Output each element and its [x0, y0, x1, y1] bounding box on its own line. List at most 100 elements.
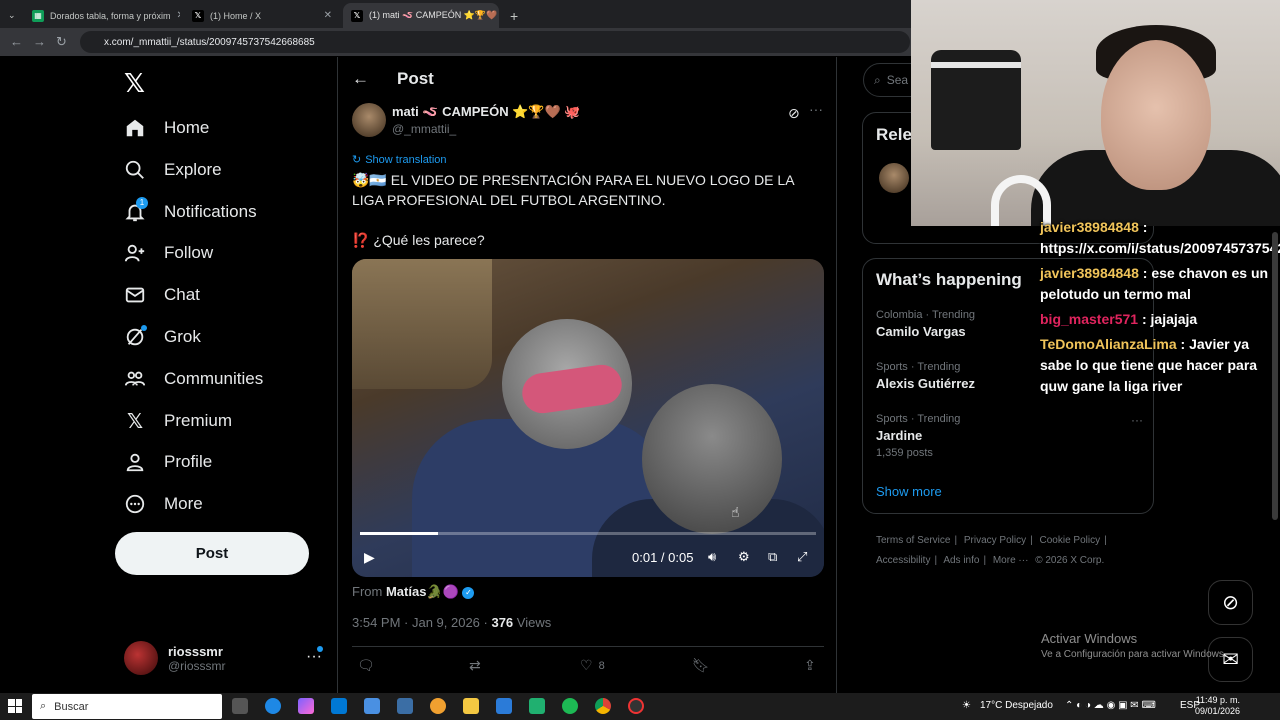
mail-icon — [124, 284, 146, 306]
app-icon[interactable] — [496, 698, 512, 714]
chrome-icon[interactable] — [595, 698, 611, 714]
video-progress-bar[interactable] — [360, 532, 816, 535]
chat-username: big_master571 — [1040, 311, 1139, 327]
tab-list-button[interactable]: ⌄ — [0, 3, 22, 28]
heart-icon: ♡ — [580, 657, 593, 673]
settings-icon[interactable]: ⚙ — [738, 549, 750, 565]
windows-start-icon[interactable] — [8, 699, 22, 713]
person-plus-icon — [124, 242, 146, 264]
source-name[interactable]: Matías🐊🟣 — [386, 584, 459, 599]
weather-text[interactable]: 17°C Despejado — [980, 700, 1053, 711]
share-button[interactable]: ⇪ — [804, 657, 816, 674]
reply-icon: 🗨︎ — [357, 657, 375, 673]
trend-item[interactable]: Colombia · Trending Camilo Vargas — [876, 309, 975, 339]
more-options-icon[interactable]: ··· — [809, 101, 823, 117]
stream-chat: javier38984848 : https://x.com/i/status/… — [1040, 217, 1280, 401]
video-player[interactable]: ☝ ▶ 0:01 / 0:05 🔊︎ ⚙ ⧉ ⤢ — [352, 259, 824, 577]
file-explorer-icon[interactable] — [463, 698, 479, 714]
panel-title: What’s happening — [876, 270, 1022, 289]
show-more-link[interactable]: Show more — [876, 484, 942, 499]
tab-sheets[interactable]: ▦ Dorados tabla, forma y próxim ✕ — [24, 3, 180, 28]
x-logo[interactable]: 𝕏 — [124, 68, 145, 99]
sidebar-item-communities[interactable]: Communities — [124, 364, 263, 394]
reload-icon[interactable]: ↻ — [56, 34, 67, 50]
app-icon[interactable] — [397, 698, 413, 714]
tab-post[interactable]: 𝕏 (1) mati 🪱 CAMPEÓN ⭐🏆🤎 🐙 ✕ — [343, 3, 499, 28]
like-button[interactable]: ♡ 8 — [580, 657, 605, 674]
spotify-icon[interactable] — [562, 698, 578, 714]
sidebar-item-notifications[interactable]: 1 Notifications — [124, 197, 257, 227]
sidebar-item-profile[interactable]: Profile — [124, 447, 212, 477]
pip-icon[interactable]: ⧉ — [768, 549, 777, 565]
close-icon[interactable]: ✕ — [324, 10, 332, 21]
trend-item[interactable]: Sports · Trending Jardine 1,359 posts — [876, 413, 960, 459]
x-premium-icon: 𝕏 — [126, 410, 144, 433]
copilot-icon[interactable] — [298, 698, 314, 714]
back-arrow-icon[interactable]: ← — [10, 34, 23, 49]
app-icon[interactable] — [430, 698, 446, 714]
x-icon: 𝕏 — [351, 9, 363, 22]
clock[interactable]: 11:49 p. m. 09/01/2026 — [1195, 695, 1240, 717]
sidebar-item-grok[interactable]: Grok — [124, 322, 201, 352]
mail-app-icon[interactable] — [331, 698, 347, 714]
bell-icon: 1 — [124, 197, 148, 223]
forward-arrow-icon[interactable]: → — [33, 34, 46, 49]
tray-icons[interactable]: ⌃ ◐ ◑ ☁ ◉ ▣ ✉ ⌨ — [1065, 700, 1156, 711]
close-icon[interactable]: ✕ — [177, 10, 180, 21]
edge-icon[interactable] — [265, 698, 281, 714]
mouse-cursor-icon: ☝ — [731, 504, 740, 520]
account-switcher[interactable]: riosssmr @riosssmr — [124, 638, 324, 678]
author-avatar[interactable] — [352, 103, 386, 137]
main-column: ← Post mati 🪱 CAMPEÓN ⭐🏆🤎 🐙 @_mmattii_ ⊘… — [337, 57, 837, 693]
sidebar-item-follow[interactable]: Follow — [124, 238, 213, 268]
fullscreen-icon[interactable]: ⤢ — [797, 549, 807, 565]
sidebar-item-chat[interactable]: Chat — [124, 280, 200, 310]
post-button[interactable]: Post — [115, 532, 309, 575]
author-handle[interactable]: @_mmattii_ — [392, 122, 456, 136]
search-icon — [124, 159, 146, 181]
share-icon: ⇪ — [804, 657, 816, 673]
back-arrow-icon[interactable]: ← — [352, 69, 369, 89]
windows-taskbar: ⌕ Buscar ☀ 17°C Despejado ⌃ ◐ ◑ ☁ ◉ ▣ ✉ … — [0, 693, 1280, 720]
bookmark-icon: 🔖︎ — [692, 657, 710, 673]
obs-icon[interactable] — [628, 698, 644, 714]
avatar[interactable] — [879, 163, 909, 193]
grok-icon[interactable]: ⊘ — [788, 105, 800, 122]
account-more-icon[interactable]: ··· — [306, 648, 322, 666]
trend-item[interactable]: Sports · Trending Alexis Gutiérrez — [876, 361, 975, 391]
volume-icon[interactable]: 🔊︎ — [708, 549, 716, 565]
task-view-icon[interactable] — [232, 698, 248, 714]
scrollbar[interactable] — [1272, 232, 1278, 520]
chat-username: javier38984848 — [1040, 219, 1139, 235]
trend-more-icon[interactable]: ··· — [1131, 413, 1143, 427]
verified-icon: ✓ — [462, 586, 475, 599]
play-icon[interactable]: ▶ — [364, 549, 375, 566]
search-icon: ⌕ — [40, 700, 47, 712]
bookmark-button[interactable]: 🔖︎ — [692, 657, 710, 674]
grok-icon: ⊘ — [1222, 592, 1239, 614]
sidebar-item-explore[interactable]: Explore — [124, 155, 222, 185]
sidebar-item-home[interactable]: Home — [124, 113, 209, 143]
sidebar-item-more[interactable]: More — [124, 489, 203, 519]
chat-username: javier38984848 — [1040, 265, 1139, 281]
home-icon — [124, 117, 146, 139]
activate-windows-watermark: Activar Windows Ve a Configuración para … — [1041, 631, 1227, 660]
repost-button[interactable]: ⇄ — [469, 657, 481, 674]
chat-text: jajajaja — [1150, 311, 1198, 327]
store-icon[interactable] — [364, 698, 380, 714]
taskbar-search[interactable]: ⌕ Buscar — [32, 694, 222, 719]
url-field[interactable]: x.com/_mmattii_/status/20097457375426686… — [80, 31, 910, 53]
chat-message: TeDomoAlianzaLima : Javier ya sabe lo qu… — [1040, 336, 1258, 394]
show-translation-link[interactable]: ↻ Show translation — [352, 153, 447, 167]
page-title: Post — [397, 69, 434, 88]
new-tab-button[interactable]: + — [502, 3, 524, 28]
author-name[interactable]: mati 🪱 CAMPEÓN ⭐🏆🤎 🐙 — [392, 104, 581, 120]
tab-home-x[interactable]: 𝕏 (1) Home / X ✕ — [184, 3, 340, 28]
grok-floating-button[interactable]: ⊘ — [1208, 580, 1253, 625]
post-meta: 3:54 PM · Jan 9, 2026 · 376 Views — [352, 615, 552, 630]
app-icon[interactable] — [529, 698, 545, 714]
sidebar-item-premium[interactable]: 𝕏 Premium — [124, 406, 232, 436]
chevron-down-icon: ⌄ — [8, 10, 16, 20]
reply-button[interactable]: 🗨︎ — [357, 657, 375, 674]
chat-message: javier38984848 : https://x.com/i/status/… — [1040, 217, 1280, 259]
